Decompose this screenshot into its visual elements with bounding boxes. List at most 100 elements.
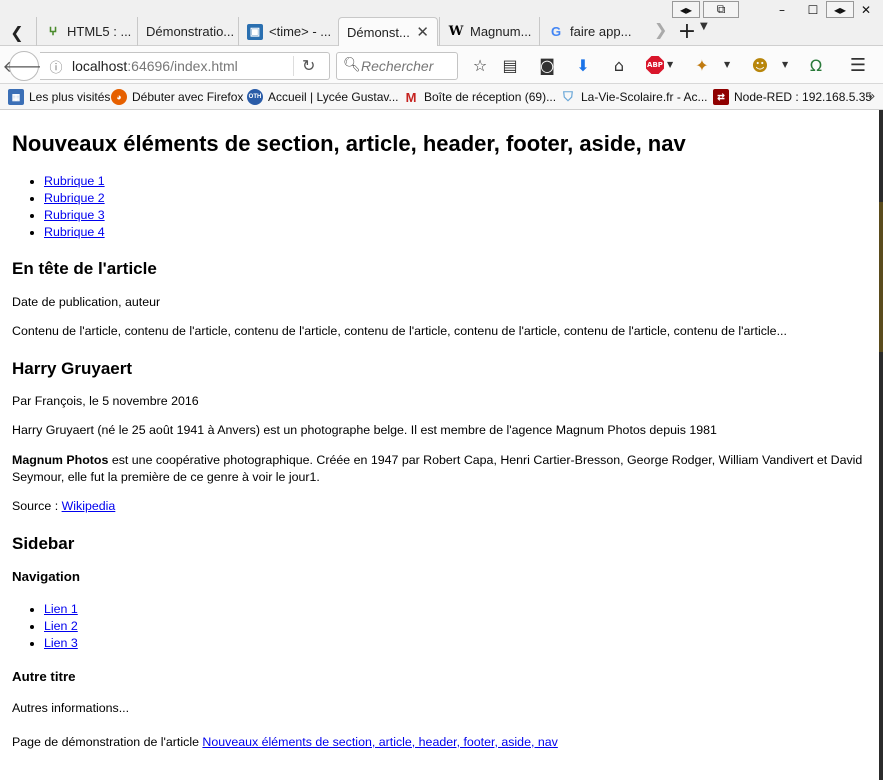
bookmark-les-plus-visites[interactable]: ▦ Les plus visités (8, 88, 110, 106)
bookmark-label: Les plus visités (29, 90, 111, 104)
tab-magnum[interactable]: W Magnum... (439, 17, 539, 46)
chevron-double-right-icon[interactable]: » (868, 89, 875, 103)
lien-1-link[interactable]: Lien 1 (44, 602, 78, 616)
tab-scroll-left-icon[interactable]: ❮ (6, 19, 28, 45)
footer-article-link[interactable]: Nouveaux éléments de section, article, h… (202, 735, 557, 749)
sidebar-list-item: Lien 1 (44, 601, 867, 618)
window-close-button[interactable]: ✕ (854, 1, 878, 18)
source-label: Source : (12, 499, 62, 514)
window-maximize-button[interactable]: ☐ (803, 1, 823, 18)
adblock-plus-icon[interactable]: ABP (646, 56, 664, 74)
rubrique-3-link[interactable]: Rubrique 3 (44, 208, 105, 222)
nav-list-item: Rubrique 4 (44, 224, 867, 241)
url-bar[interactable]: ⓘ localhost:64696/index.html ↻ (40, 52, 330, 80)
article-1-heading: En tête de l'article (12, 259, 157, 279)
article-1-content: Contenu de l'article, contenu de l'artic… (12, 324, 787, 339)
tab-list-dropdown-icon[interactable]: ▼ (700, 21, 708, 32)
tab-label: Démonst... (347, 24, 410, 40)
nav-list-item: Rubrique 3 (44, 207, 867, 224)
info-icon[interactable]: ⓘ (48, 58, 64, 76)
article-2-paragraph-2: Magnum Photos est une coopérative photog… (12, 452, 867, 487)
firefox-icon: ◕ (111, 89, 127, 105)
window-split-button[interactable]: ◂▸ (672, 1, 700, 18)
extension-dropdown-icon[interactable]: ▼ (724, 60, 730, 69)
url-text[interactable]: localhost:64696/index.html (72, 58, 238, 74)
footer-label: Page de démonstration de l'article (12, 734, 203, 749)
bookmark-node-red[interactable]: ⇄ Node-RED : 192.168.5.35 (713, 88, 872, 106)
footer-text: Page de démonstration de l'article Nouve… (12, 734, 867, 751)
search-icon: 🔍︎ (343, 57, 361, 73)
window-restore-button[interactable]: ⧉ (703, 1, 739, 18)
school-icon: OTH (247, 89, 263, 105)
rubrique-4-link[interactable]: Rubrique 4 (44, 225, 105, 239)
download-arrow-icon[interactable]: ⬇ (573, 55, 593, 75)
lien-2-link[interactable]: Lien 2 (44, 619, 78, 633)
tab-faire-app[interactable]: G faire app... (539, 17, 651, 46)
search-input[interactable] (361, 57, 453, 75)
extension-bee-icon[interactable]: ✦ (692, 55, 712, 75)
wikipedia-favicon-icon: W (448, 24, 464, 39)
edge-stripe (879, 202, 883, 352)
lien-3-link[interactable]: Lien 3 (44, 636, 78, 650)
bookmark-folder-icon: ▦ (8, 89, 24, 105)
tab-demonst-active[interactable]: Démonst... ✕ (338, 17, 438, 46)
url-host: localhost (72, 58, 128, 74)
tab-label: faire app... (570, 24, 632, 39)
sidebar-other-heading: Autre titre (12, 668, 76, 684)
google-favicon-icon: G (550, 24, 562, 39)
bookmark-debuter-firefox[interactable]: ◕ Débuter avec Firefox (111, 88, 243, 106)
url-path: :64696/index.html (127, 58, 238, 74)
article-2-paragraph-2-text: est une coopérative photographique. Créé… (12, 452, 863, 484)
bookmark-star-icon[interactable]: ☆ (470, 55, 490, 75)
greasemonkey-icon[interactable]: ☻ (750, 55, 770, 75)
reload-icon[interactable]: ↻ (302, 56, 315, 75)
tab-html5[interactable]: ⵖ HTML5 : ... (36, 17, 137, 46)
close-tab-icon[interactable]: ✕ (410, 23, 429, 41)
node-red-icon: ⇄ (713, 89, 729, 105)
bookmark-label: Node-RED : 192.168.5.35 (734, 90, 873, 104)
rubrique-2-link[interactable]: Rubrique 2 (44, 191, 105, 205)
tab-strip: ❮ ⵖ HTML5 : ... Démonstratio... ▣ <time>… (0, 17, 883, 46)
tab-demonstration[interactable]: Démonstratio... (137, 17, 238, 46)
window-right-edge (879, 110, 883, 780)
home-icon[interactable]: ⌂ (609, 55, 629, 75)
adblock-dropdown-icon[interactable]: ▼ (667, 60, 673, 69)
wikipedia-link[interactable]: Wikipedia (62, 499, 116, 513)
page-title: Nouveaux éléments de section, article, h… (12, 131, 686, 156)
tab-label: <time> - ... (269, 24, 332, 39)
pocket-icon[interactable]: ◙ (537, 55, 557, 75)
search-bar[interactable]: 🔍︎ (336, 52, 458, 80)
tab-label: Magnum... (470, 24, 532, 39)
sidebar-other-text: Autres informations... (12, 701, 130, 716)
shield-icon: ⛉ (563, 89, 573, 104)
tab-time[interactable]: ▣ <time> - ... (238, 17, 339, 46)
bookmark-label: Accueil | Lycée Gustav... (268, 90, 399, 104)
chevron-right-icon[interactable]: ❯ (654, 20, 667, 39)
bookmark-label: Débuter avec Firefox (132, 90, 244, 104)
magnum-photos-bold: Magnum Photos (12, 452, 109, 467)
new-tab-plus-icon[interactable]: + (676, 17, 698, 45)
bookmark-gmail[interactable]: M Boîte de réception (69)... (403, 88, 557, 106)
sidebar-navigation-heading: Navigation (12, 569, 80, 585)
sidebar-list-item: Lien 2 (44, 618, 867, 635)
reader-list-icon[interactable]: ▤ (500, 55, 520, 75)
window-minimize-button[interactable]: – (770, 1, 794, 18)
rubrique-1-link[interactable]: Rubrique 1 (44, 174, 105, 188)
top-nav-list: Rubrique 1 Rubrique 2 Rubrique 3 Rubriqu… (12, 173, 867, 241)
browser-titlebar: ◂▸ ⧉ – ☐ ◂▸ ✕ ❮ ⵖ HTML5 : ... Démonstrat… (0, 0, 883, 46)
bookmark-lycee[interactable]: OTH Accueil | Lycée Gustav... (247, 88, 399, 106)
sidebar-heading: Sidebar (12, 533, 75, 553)
sidebar-link-list: Lien 1 Lien 2 Lien 3 (12, 601, 867, 652)
back-arrow-icon[interactable]: 🡐 (3, 51, 45, 81)
bookmark-label: Boîte de réception (69)... (424, 90, 557, 104)
sync-omega-icon[interactable]: Ω (806, 55, 826, 75)
bookmark-vie-scolaire[interactable]: ⛉ La-Vie-Scolaire.fr - Ac... (560, 88, 708, 106)
greasemonkey-dropdown-icon[interactable]: ▼ (782, 60, 788, 69)
nav-list-item: Rubrique 2 (44, 190, 867, 207)
window-split-button-2[interactable]: ◂▸ (826, 1, 854, 18)
bookmark-label: La-Vie-Scolaire.fr - Ac... (581, 90, 708, 104)
article-2-source: Source : Wikipedia (12, 498, 867, 515)
hamburger-menu-icon[interactable]: ☰ (848, 55, 868, 76)
url-separator (293, 56, 294, 76)
bookmarks-toolbar: ▦ Les plus visités ◕ Débuter avec Firefo… (0, 84, 883, 110)
